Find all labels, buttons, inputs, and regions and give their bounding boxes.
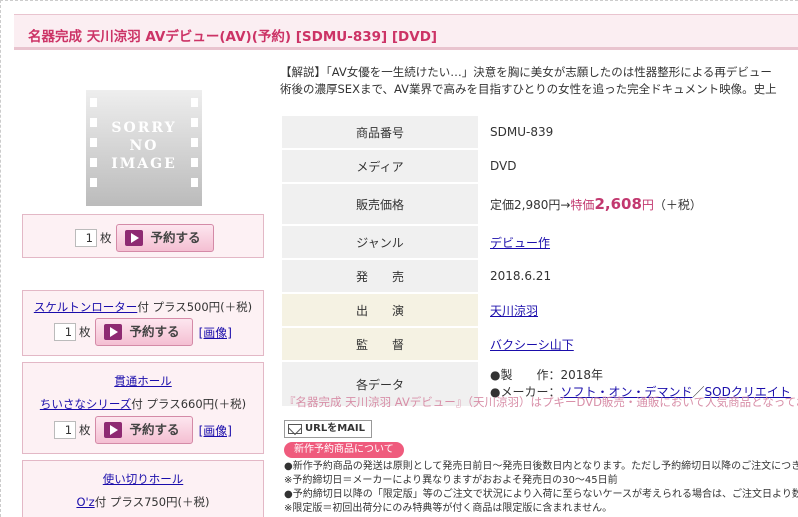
yen-label: 円 — [641, 198, 654, 212]
spec-row: 出 演天川涼羽 — [282, 294, 798, 326]
no-image-placeholder: SORRY NO IMAGE — [84, 88, 204, 208]
option-link-chiisana-series[interactable]: ちいさなシリーズ — [40, 397, 131, 411]
option-box-2: 貫通ホール ちいさなシリーズ付 プラス660円(＋税) 1 枚 予約する [画像] — [22, 362, 264, 454]
quantity-input[interactable]: 1 — [75, 229, 97, 247]
spec-label: ジャンル — [282, 226, 478, 258]
play-icon — [103, 324, 122, 340]
note-line: ●新作予約商品の発送は原則として発売日前日〜発売日後数日内となります。ただし予約… — [284, 461, 798, 472]
title-bar: 名器完成 天川涼羽 AVデビュー(AV)(予約) [SDMU-839] [DVD… — [14, 14, 798, 50]
actress-link[interactable]: 天川涼羽 — [490, 304, 538, 318]
spec-label: メディア — [282, 150, 478, 182]
option-box-3: 使い切りホール O'z付 プラス750円(＋税) — [22, 460, 264, 517]
unit-label: 枚 — [100, 231, 112, 245]
spec-label: 商品番号 — [282, 116, 478, 148]
option-link-tsukaikiri-hole[interactable]: 使い切りホール — [103, 472, 184, 486]
reservation-notes: ●新作予約商品の発送は原則として発売日前日〜発売日後数日内となります。ただし予約… — [284, 460, 798, 516]
url-mail-label: URLをMAIL — [305, 423, 365, 434]
reserve-button[interactable]: 予約する — [94, 318, 193, 346]
spec-label: 監 督 — [282, 328, 478, 360]
envelope-icon — [288, 424, 302, 434]
year-label: ●製 作： — [490, 368, 561, 382]
noimage-line2: NO — [130, 138, 159, 154]
quantity-input[interactable]: 1 — [54, 421, 77, 439]
option-text: 付 プラス500円(＋税) — [137, 300, 253, 314]
genre-link[interactable]: デビュー作 — [490, 236, 550, 250]
reserve-button[interactable]: 予約する — [115, 224, 214, 252]
tax-label: （＋税） — [653, 198, 702, 212]
image-link[interactable]: [画像] — [199, 424, 232, 438]
note-line: ※予約締切日＝メーカーにより異なりますがおおよそ発売日の30〜45日前 — [284, 475, 618, 486]
description-line-2: 術後の濃厚SEXまで、AV業界で高みを目指すひとりの女性を追った完全ドキュメント… — [280, 82, 777, 96]
note-line: ●予約締切日以降の「限定版」等のご注文で状況により入荷に至らないケースが考えられ… — [284, 489, 798, 500]
spec-row: 監 督バクシーシ山下 — [282, 328, 798, 360]
spec-label: 発 売 — [282, 260, 478, 292]
option-link-kantsu-hole[interactable]: 貫通ホール — [114, 374, 172, 388]
image-link[interactable]: [画像] — [199, 326, 232, 340]
reserve-button[interactable]: 予約する — [94, 416, 193, 444]
unit-label: 枚 — [79, 423, 91, 437]
spec-row: 発 売 2018.6.21 — [282, 260, 798, 292]
unit-label: 枚 — [79, 325, 91, 339]
spec-label: 出 演 — [282, 294, 478, 326]
new-reservation-badge[interactable]: 新作予約商品について — [284, 442, 404, 458]
noimage-line3: IMAGE — [111, 156, 177, 172]
popularity-note: 『名器完成 天川涼羽 AVデビュー』（天川涼羽）はプギーDVD販売・通販において… — [284, 395, 798, 409]
description-line-1: 【解説】「AV女優を一生続けたい…」決意を胸に美女が志願したのは性器整形による再… — [280, 65, 772, 79]
play-icon — [124, 230, 143, 246]
noimage-line1: SORRY — [111, 120, 176, 136]
spec-row: 商品番号 SDMU-839 — [282, 116, 798, 148]
product-number: SDMU-839 — [490, 125, 554, 139]
url-mail-button[interactable]: URLをMAIL — [284, 420, 372, 438]
reserve-button-label: 予約する — [129, 324, 180, 339]
sale-prefix: 特価 — [570, 198, 595, 212]
year-value: 2018年 — [560, 368, 604, 382]
quantity-input[interactable]: 1 — [54, 323, 77, 341]
option-box-1: スケルトンローター付 プラス500円(＋税) 1 枚 予約する [画像] — [22, 290, 264, 356]
spec-row: ジャンル デビュー作 — [282, 226, 798, 258]
director-link[interactable]: バクシーシ山下 — [490, 338, 574, 352]
media-value: DVD — [490, 159, 517, 173]
option-text: 付 プラス660円(＋税) — [131, 397, 247, 411]
reserve-button-label: 予約する — [129, 422, 180, 437]
price-value: 定価2,980円→特価2,608円（＋税） — [478, 184, 798, 224]
reserve-button-label: 予約する — [150, 230, 201, 245]
detail-column: 【解説】「AV女優を一生続けたい…」決意を胸に美女が志願したのは性器整形による再… — [280, 64, 798, 514]
option-text: 付 プラス750円(＋税) — [94, 495, 210, 509]
spec-row: 販売価格 定価2,980円→特価2,608円（＋税） — [282, 184, 798, 224]
spec-row: メディア DVD — [282, 150, 798, 182]
option-link-oz[interactable]: O'z — [76, 495, 94, 509]
play-icon — [103, 422, 122, 438]
page-title: 名器完成 天川涼羽 AVデビュー(AV)(予約) [SDMU-839] [DVD… — [28, 29, 438, 45]
spec-table: 商品番号 SDMU-839 メディア DVD 販売価格 定価2,980円→特価2,60… — [282, 114, 798, 408]
option-link-skeleton-rotor[interactable]: スケルトンローター — [34, 300, 138, 314]
release-date: 2018.6.21 — [490, 269, 552, 283]
list-price: 定価2,980円→ — [490, 198, 571, 212]
order-box: 1 枚 予約する — [22, 214, 264, 258]
note-line: ※限定版＝初回出荷分にのみ特典等が付く商品は限定版に含まれません。 — [284, 503, 613, 514]
sale-price: 2,608 — [594, 195, 642, 213]
spec-label: 販売価格 — [282, 184, 478, 224]
